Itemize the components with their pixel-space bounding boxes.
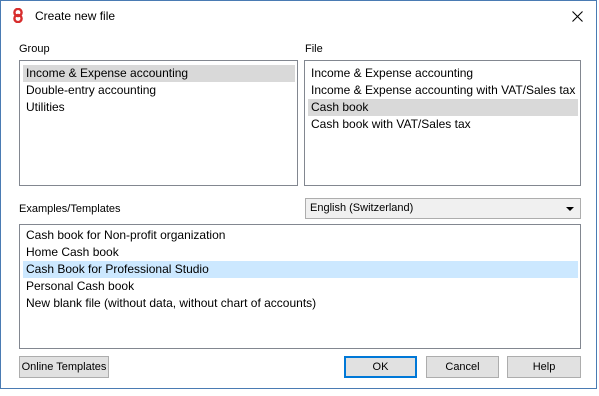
file-item-income-expense[interactable]: Income & Expense accounting [308,65,578,82]
ok-button[interactable]: OK [344,356,417,378]
file-item-cash-book[interactable]: Cash book [308,99,578,116]
online-templates-button[interactable]: Online Templates [19,356,109,378]
window-title: Create new file [35,9,116,23]
file-item-income-expense-vat[interactable]: Income & Expense accounting with VAT/Sal… [308,82,578,99]
banana-app-icon [13,8,23,23]
title-bar: Create new file [1,1,596,31]
template-item-blank[interactable]: New blank file (without data, without ch… [23,295,578,312]
template-item-nonprofit[interactable]: Cash book for Non-profit organization [23,227,578,244]
file-label: File [305,43,323,55]
help-button[interactable]: Help [507,356,581,378]
language-select[interactable]: English (Switzerland) [305,198,581,219]
create-new-file-dialog: Create new file Group Income & Expense a… [0,0,597,389]
template-item-home[interactable]: Home Cash book [23,244,578,261]
group-item-double-entry[interactable]: Double-entry accounting [23,82,295,99]
close-icon [571,10,583,22]
group-item-utilities[interactable]: Utilities [23,99,295,116]
template-item-personal[interactable]: Personal Cash book [23,278,578,295]
cancel-button[interactable]: Cancel [426,356,499,378]
group-item-income-expense[interactable]: Income & Expense accounting [23,65,295,82]
group-label: Group [19,43,50,55]
language-select-value: English (Switzerland) [310,202,414,214]
file-item-cash-book-vat[interactable]: Cash book with VAT/Sales tax [308,116,578,133]
templates-listbox[interactable]: Cash book for Non-profit organization Ho… [19,224,581,349]
templates-label: Examples/Templates [19,203,121,215]
template-item-professional-studio[interactable]: Cash Book for Professional Studio [23,261,578,278]
file-listbox[interactable]: Income & Expense accounting Income & Exp… [304,60,581,186]
group-listbox[interactable]: Income & Expense accounting Double-entry… [19,60,298,186]
chevron-down-icon [566,207,574,211]
close-button[interactable] [558,1,596,31]
